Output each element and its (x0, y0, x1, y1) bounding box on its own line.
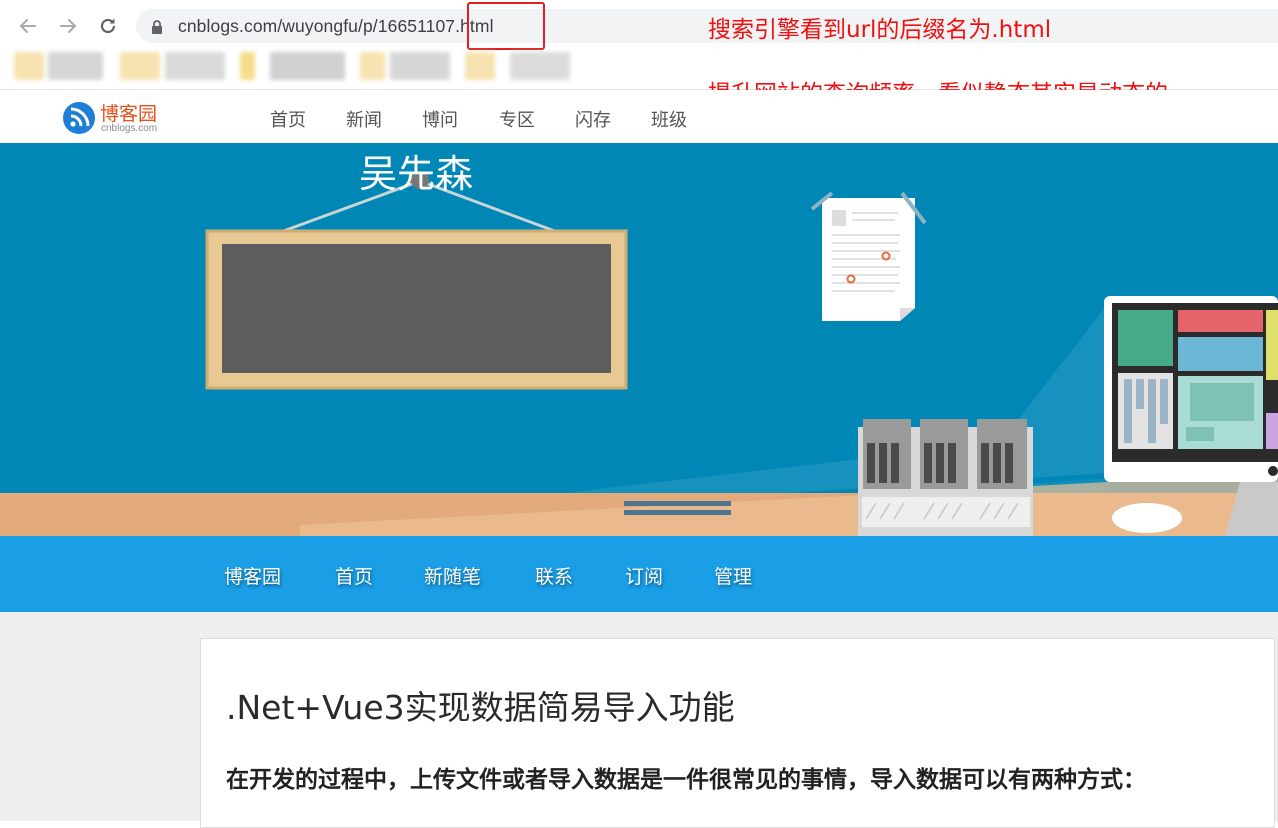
post-lead-paragraph: 在开发的过程中，上传文件或者导入数据是一件很常见的事情，导入数据可以有两种方式： (226, 767, 1146, 793)
reload-icon[interactable] (94, 12, 122, 40)
blognav-contact[interactable]: 联系 (535, 562, 573, 589)
lock-icon (151, 19, 163, 38)
blognav-manage[interactable]: 管理 (714, 562, 752, 589)
cnblogs-logo[interactable]: 博客园 cnblogs.com (62, 98, 172, 138)
topnav-flash[interactable]: 闪存 (575, 106, 611, 132)
logo-title: 博客园 (100, 103, 158, 125)
url-text[interactable]: cnblogs.com/wuyongfu/p/16651107.html (178, 16, 494, 37)
blognav-new-post[interactable]: 新随笔 (424, 562, 481, 589)
topnav-zone[interactable]: 专区 (499, 106, 535, 132)
blognav-subscribe[interactable]: 订阅 (625, 562, 663, 589)
topnav-class[interactable]: 班级 (651, 106, 687, 132)
forward-icon[interactable] (54, 12, 82, 40)
post-card: .Net+Vue3实现数据简易导入功能 在开发的过程中，上传文件或者导入数据是一… (200, 638, 1275, 828)
topnav-qa[interactable]: 博问 (422, 106, 458, 132)
address-bar[interactable]: cnblogs.com/wuyongfu/p/16651107.html (136, 9, 1278, 43)
topnav-home[interactable]: 首页 (270, 106, 306, 132)
annotation-line-1: 搜索引擎看到url的后缀名为.html (708, 17, 1052, 43)
blognav-home[interactable]: 首页 (335, 562, 373, 589)
blog-owner-title: 吴先森 (358, 152, 473, 196)
blognav-cnblogs[interactable]: 博客园 (224, 562, 281, 589)
bookmarks-bar-blurred (0, 46, 600, 86)
site-top-nav: 博客园 cnblogs.com 首页 新闻 博问 专区 闪存 班级 (0, 90, 1278, 144)
blog-banner (0, 143, 1278, 536)
cnblogs-logo-icon (63, 102, 95, 134)
banner-illustration (0, 143, 1278, 536)
topnav-news[interactable]: 新闻 (346, 106, 382, 132)
back-icon[interactable] (14, 12, 42, 40)
logo-subtitle: cnblogs.com (101, 123, 158, 134)
url-suffix-highlight-box (467, 2, 545, 50)
post-title[interactable]: .Net+Vue3实现数据简易导入功能 (226, 681, 735, 729)
blog-nav-bar: 博客园 首页 新随笔 联系 订阅 管理 (0, 536, 1278, 612)
